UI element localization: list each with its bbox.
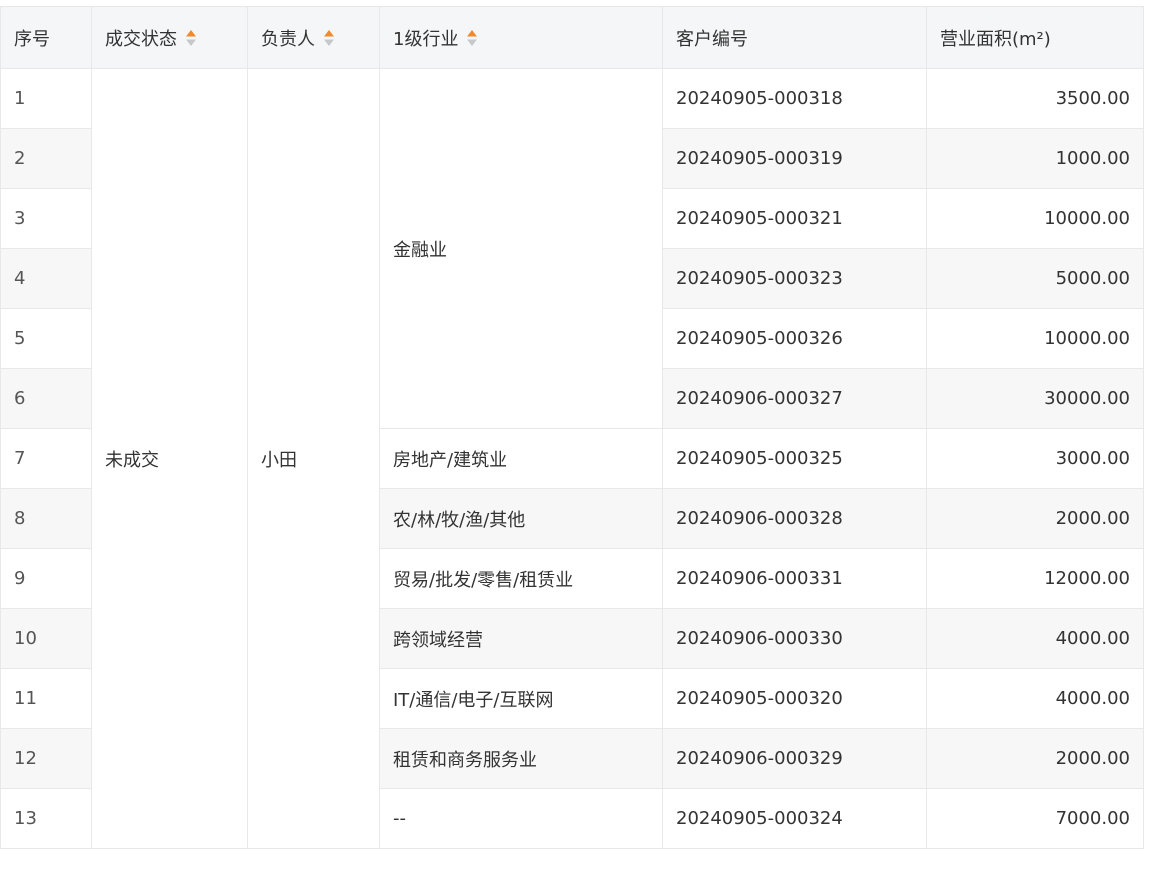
cell-industry: IT/通信/电子/互联网 [379, 668, 663, 729]
sort-icon[interactable] [185, 29, 197, 47]
cell-industry: 贸易/批发/零售/租赁业 [379, 548, 663, 609]
cell-index: 12 [0, 728, 92, 789]
cell-customer-no: 20240905-000319 [662, 128, 927, 189]
cell-customer-no: 20240905-000323 [662, 248, 927, 309]
table-header-row: 序号 成交状态 负责人 1级行业 客户编号 营业面积(m²) [0, 6, 1144, 69]
cell-area: 2000.00 [926, 488, 1144, 549]
cell-customer-no: 20240906-000329 [662, 728, 927, 789]
cell-industry: 租赁和商务服务业 [379, 728, 663, 789]
header-status[interactable]: 成交状态 [91, 6, 248, 69]
cell-area: 4000.00 [926, 668, 1144, 729]
data-table-container: 序号 成交状态 负责人 1级行业 客户编号 营业面积(m²) 1 未成交 小田 金融业… [0, 6, 1144, 849]
cell-index: 3 [0, 188, 92, 249]
cell-industry: 跨领域经营 [379, 608, 663, 669]
cell-index: 2 [0, 128, 92, 189]
cell-industry: 房地产/建筑业 [379, 428, 663, 489]
cell-index: 5 [0, 308, 92, 369]
cell-index: 8 [0, 488, 92, 549]
cell-owner: 小田 [247, 68, 380, 849]
cell-area: 1000.00 [926, 128, 1144, 189]
cell-area: 4000.00 [926, 608, 1144, 669]
cell-index: 4 [0, 248, 92, 309]
cell-index: 6 [0, 368, 92, 429]
header-customer-no: 客户编号 [662, 6, 927, 69]
cell-customer-no: 20240905-000320 [662, 668, 927, 729]
cell-customer-no: 20240905-000318 [662, 68, 927, 129]
cell-index: 9 [0, 548, 92, 609]
cell-customer-no: 20240905-000326 [662, 308, 927, 369]
cell-area: 7000.00 [926, 788, 1144, 849]
cell-customer-no: 20240906-000328 [662, 488, 927, 549]
cell-index: 1 [0, 68, 92, 129]
cell-customer-no: 20240906-000330 [662, 608, 927, 669]
cell-customer-no: 20240905-000321 [662, 188, 927, 249]
cell-index: 13 [0, 788, 92, 849]
cell-customer-no: 20240906-000327 [662, 368, 927, 429]
header-area: 营业面积(m²) [926, 6, 1144, 69]
header-industry[interactable]: 1级行业 [379, 6, 663, 69]
header-owner[interactable]: 负责人 [247, 6, 380, 69]
cell-customer-no: 20240906-000331 [662, 548, 927, 609]
cell-customer-no: 20240905-000325 [662, 428, 927, 489]
sort-icon[interactable] [466, 29, 478, 47]
cell-customer-no: 20240905-000324 [662, 788, 927, 849]
header-owner-label: 负责人 [261, 28, 315, 50]
cell-area: 10000.00 [926, 188, 1144, 249]
cell-index: 11 [0, 668, 92, 729]
cell-area: 5000.00 [926, 248, 1144, 309]
cell-industry: 金融业 [379, 68, 663, 429]
cell-status: 未成交 [91, 68, 248, 849]
cell-industry: -- [379, 788, 663, 849]
table-body: 1 未成交 小田 金融业 20240905-000318 3500.00 2 20240905… [0, 68, 1144, 849]
header-index: 序号 [0, 6, 92, 69]
table-row: 1 未成交 小田 金融业 20240905-000318 3500.00 [0, 68, 1144, 849]
cell-area: 3500.00 [926, 68, 1144, 129]
sort-icon[interactable] [323, 29, 335, 47]
data-table: 序号 成交状态 负责人 1级行业 客户编号 营业面积(m²) 1 未成交 小田 金融业… [0, 6, 1144, 849]
cell-area: 2000.00 [926, 728, 1144, 789]
cell-area: 3000.00 [926, 428, 1144, 489]
header-customer-no-label: 客户编号 [676, 28, 748, 50]
cell-area: 10000.00 [926, 308, 1144, 369]
cell-index: 10 [0, 608, 92, 669]
cell-index: 7 [0, 428, 92, 489]
cell-industry: 农/林/牧/渔/其他 [379, 488, 663, 549]
header-industry-label: 1级行业 [393, 28, 459, 50]
cell-area: 12000.00 [926, 548, 1144, 609]
header-index-label: 序号 [14, 28, 50, 50]
cell-area: 30000.00 [926, 368, 1144, 429]
header-status-label: 成交状态 [105, 28, 177, 50]
header-area-label: 营业面积(m²) [940, 28, 1051, 50]
